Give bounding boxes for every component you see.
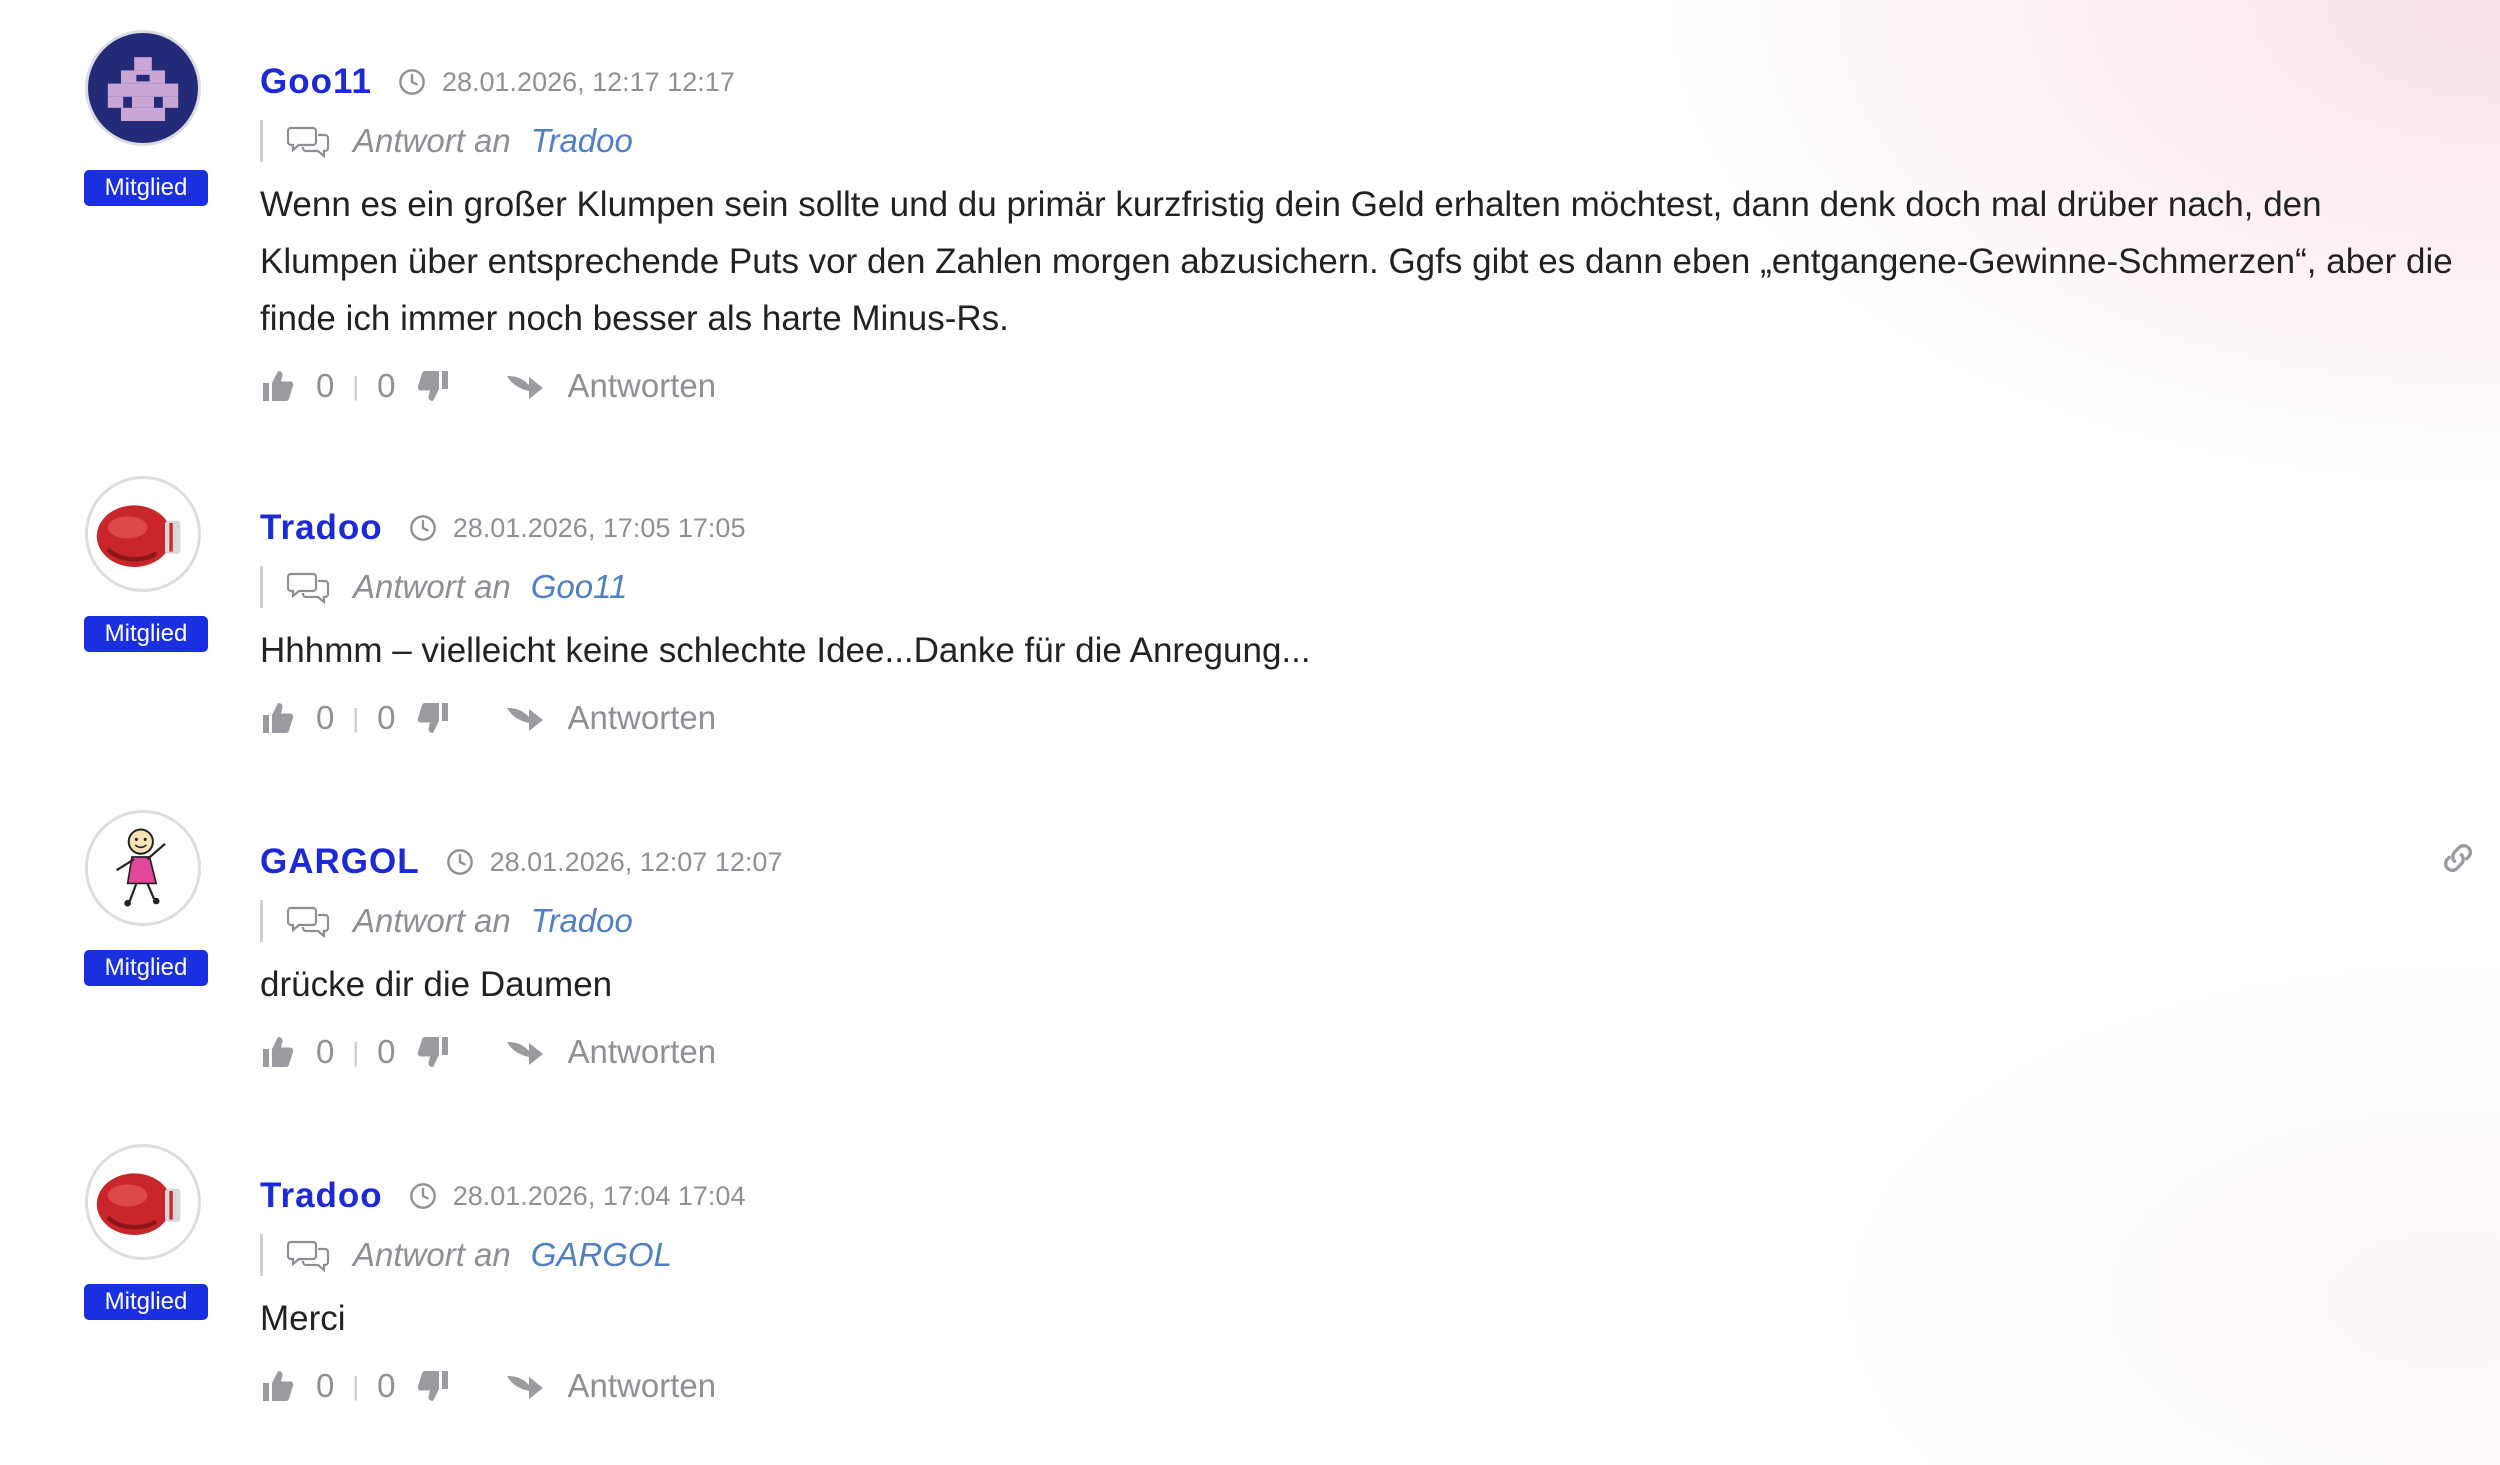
comment-item: Mitglied GARGOL 28.01.2026, 12:07 12:07 … <box>0 780 2500 1110</box>
author-name[interactable]: Goo11 <box>260 62 372 102</box>
chat-bubbles-icon <box>287 572 330 604</box>
member-badge: Mitglied <box>84 950 208 986</box>
reply-button[interactable]: Antworten <box>505 1033 716 1071</box>
reply-button-label: Antworten <box>567 1033 717 1070</box>
reply-label: Antwort an <box>353 902 511 939</box>
author-column: Mitglied <box>84 476 208 652</box>
comment-actions: 0 | 0 Antworten <box>260 363 2460 409</box>
reply-to-user[interactable]: Tradoo <box>531 122 633 160</box>
comment-item: Mitglied Goo11 28.01.2026, 12:17 12:17 A… <box>0 0 2500 404</box>
chat-bubbles-icon <box>287 1240 330 1272</box>
comment-actions: 0 | 0 Antworten <box>260 1363 2460 1409</box>
dislike-count: 0 <box>377 1367 396 1404</box>
comment-content: Goo11 28.01.2026, 12:17 12:17 Antwort an… <box>260 52 2460 409</box>
link-icon[interactable] <box>2438 838 2478 878</box>
comment-text: Wenn es ein großer Klumpen sein sollte u… <box>260 185 2453 338</box>
reply-arrow-icon <box>507 1376 544 1399</box>
reply-button-label: Antworten <box>567 367 717 404</box>
clock-icon <box>446 849 473 875</box>
like-count: 0 <box>316 367 335 404</box>
like-count: 0 <box>316 1033 335 1070</box>
chat-bubbles-icon <box>287 126 330 158</box>
vote-separator: | <box>352 702 360 733</box>
comment-text: Hhhmm – vielleicht keine schlechte Idee.… <box>260 631 1311 670</box>
like-count: 0 <box>316 1367 335 1404</box>
dislike-count: 0 <box>377 1033 396 1070</box>
member-badge: Mitglied <box>84 616 208 652</box>
thumbs-down-icon[interactable] <box>415 700 451 736</box>
comment-header: Goo11 28.01.2026, 12:17 12:17 <box>260 52 2460 112</box>
like-count: 0 <box>316 699 335 736</box>
reply-label: Antwort an <box>353 568 511 605</box>
comment-date: 28.01.2026, 17:04 17:04 <box>452 1180 746 1211</box>
avatar[interactable] <box>85 810 201 926</box>
clock-icon <box>409 1183 436 1209</box>
reply-reference: Antwort an GARGOL <box>260 1234 2460 1276</box>
vote-separator: | <box>352 1370 360 1401</box>
comment-item: Mitglied Tradoo 28.01.2026, 17:05 17:05 … <box>0 446 2500 776</box>
comment-text: drücke dir die Daumen <box>260 965 613 1004</box>
avatar[interactable] <box>85 476 201 592</box>
comment-actions: 0 | 0 Antworten <box>260 1029 2460 1075</box>
author-name[interactable]: Tradoo <box>260 508 383 548</box>
comment-actions: 0 | 0 Antworten <box>260 695 2460 741</box>
comment-header: GARGOL 28.01.2026, 12:07 12:07 <box>260 832 2460 892</box>
reply-label: Antwort an <box>353 1236 511 1273</box>
reply-to-user[interactable]: Tradoo <box>531 902 633 940</box>
boxing-glove-icon <box>88 479 198 589</box>
thumbs-up-icon[interactable] <box>260 368 296 404</box>
comment-header: Tradoo 28.01.2026, 17:04 17:04 <box>260 1166 2460 1226</box>
avatar[interactable] <box>85 1144 201 1260</box>
comment-date: 28.01.2026, 12:07 12:07 <box>489 846 783 877</box>
reply-reference: Antwort an Tradoo <box>260 120 2460 162</box>
reply-label: Antwort an <box>353 122 511 159</box>
reply-button[interactable]: Antworten <box>505 367 716 405</box>
thumbs-down-icon[interactable] <box>415 1368 451 1404</box>
reply-button[interactable]: Antworten <box>505 699 716 737</box>
thumbs-up-icon[interactable] <box>260 1368 296 1404</box>
avatar[interactable] <box>85 30 201 146</box>
author-name[interactable]: GARGOL <box>260 842 420 882</box>
boxing-glove-icon <box>88 1147 198 1257</box>
member-badge: Mitglied <box>84 170 208 206</box>
thumbs-up-icon[interactable] <box>260 1034 296 1070</box>
comment-content: Tradoo 28.01.2026, 17:04 17:04 Antwort a… <box>260 1166 2460 1409</box>
member-badge: Mitglied <box>84 1284 208 1320</box>
author-name[interactable]: Tradoo <box>260 1176 383 1216</box>
comment-content: GARGOL 28.01.2026, 12:07 12:07 Antwort a… <box>260 832 2460 1075</box>
reply-to-user[interactable]: Goo11 <box>531 568 628 606</box>
clock-icon <box>409 515 436 541</box>
reply-arrow-icon <box>507 708 544 731</box>
author-column: Mitglied <box>84 1144 208 1320</box>
comment-date: 28.01.2026, 17:05 17:05 <box>452 512 746 543</box>
reply-button-label: Antworten <box>567 699 717 736</box>
dislike-count: 0 <box>377 367 396 404</box>
author-column: Mitglied <box>84 810 208 986</box>
pixel-avatar-icon <box>88 33 198 143</box>
comment-content: Tradoo 28.01.2026, 17:05 17:05 Antwort a… <box>260 498 2460 741</box>
comment-header: Tradoo 28.01.2026, 17:05 17:05 <box>260 498 2460 558</box>
vote-separator: | <box>352 1036 360 1067</box>
reply-arrow-icon <box>507 376 544 399</box>
chat-bubbles-icon <box>287 906 330 938</box>
stick-figure-icon <box>88 813 198 923</box>
author-column: Mitglied <box>84 30 208 206</box>
reply-reference: Antwort an Goo11 <box>260 566 2460 608</box>
dislike-count: 0 <box>377 699 396 736</box>
reply-button[interactable]: Antworten <box>505 1367 716 1405</box>
thumbs-down-icon[interactable] <box>415 368 451 404</box>
vote-separator: | <box>352 370 360 401</box>
comment-item: Mitglied Tradoo 28.01.2026, 17:04 17:04 … <box>0 1114 2500 1444</box>
reply-to-user[interactable]: GARGOL <box>531 1236 672 1274</box>
reply-arrow-icon <box>507 1042 544 1065</box>
thumbs-down-icon[interactable] <box>415 1034 451 1070</box>
thumbs-up-icon[interactable] <box>260 700 296 736</box>
reply-button-label: Antworten <box>567 1367 717 1404</box>
clock-icon <box>399 69 425 95</box>
comment-date: 28.01.2026, 12:17 12:17 <box>441 66 735 97</box>
comment-text: Merci <box>260 1299 346 1338</box>
reply-reference: Antwort an Tradoo <box>260 900 2460 942</box>
